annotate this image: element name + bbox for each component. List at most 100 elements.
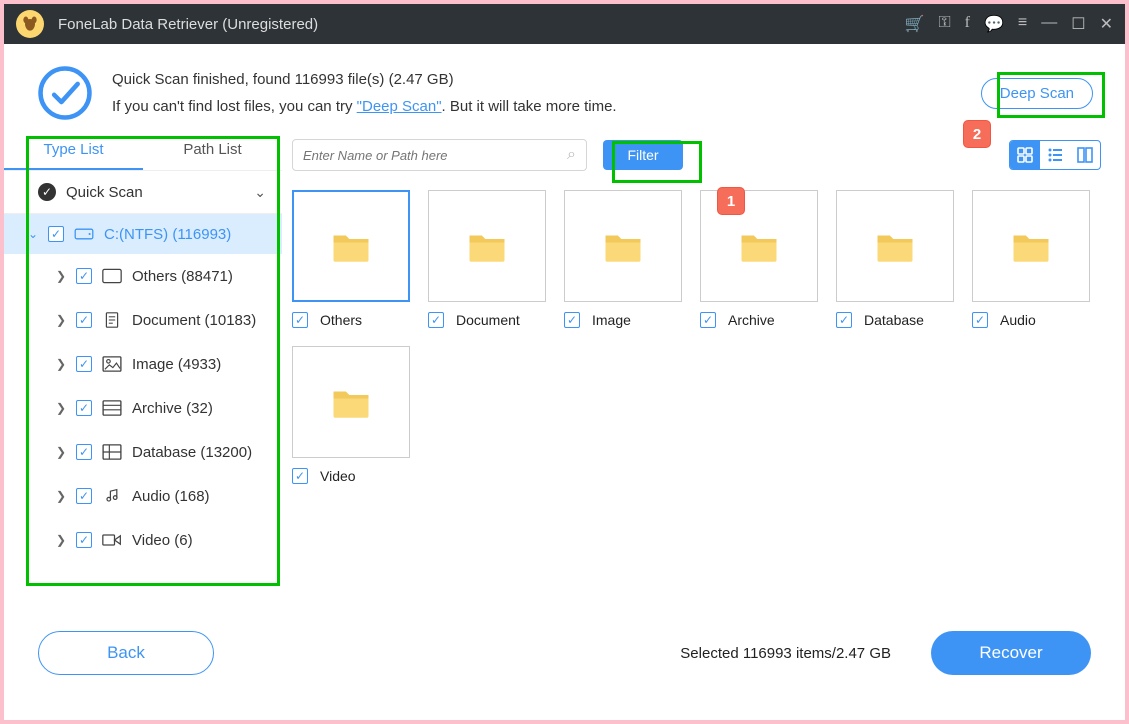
tree-node-label: Video (6) xyxy=(132,532,193,549)
tree-drive[interactable]: ⌄ ✓ C:(NTFS) (116993) xyxy=(4,214,282,254)
checkbox[interactable]: ✓ xyxy=(76,312,92,328)
view-detail-icon[interactable] xyxy=(1070,141,1100,169)
view-switcher xyxy=(1009,140,1101,170)
app-logo xyxy=(16,10,44,38)
success-check-icon xyxy=(36,64,94,122)
back-button[interactable]: Back xyxy=(38,631,214,675)
feedback-icon[interactable]: 💬 xyxy=(984,14,1004,34)
status-size: 2.47 GB xyxy=(394,71,449,88)
filter-button[interactable]: Filter xyxy=(603,140,683,170)
tree-node-image[interactable]: ❯ ✓ Image (4933) xyxy=(4,342,282,386)
status-line2-suffix: . But it will take more time. xyxy=(442,98,617,115)
key-icon[interactable]: ⚿ xyxy=(938,14,950,34)
grid-item[interactable]: ✓Document xyxy=(428,190,546,328)
chevron-down-icon: ⌄ xyxy=(28,227,38,241)
tree-root[interactable]: ✓ Quick Scan ⌄ xyxy=(4,170,282,214)
checkbox[interactable]: ✓ xyxy=(76,532,92,548)
status-line1-suffix: ) xyxy=(449,71,454,88)
grid-item[interactable]: ✓Database xyxy=(836,190,954,328)
annotation-badge-1: 1 xyxy=(717,187,745,215)
grid-item[interactable]: ✓Others xyxy=(292,190,410,328)
tree-node-database[interactable]: ❯ ✓ Database (13200) xyxy=(4,430,282,474)
annotation-badge-2: 2 xyxy=(963,120,991,148)
tree-node-label: Document (10183) xyxy=(132,312,256,329)
view-grid-icon[interactable] xyxy=(1010,141,1040,169)
tree-node-video[interactable]: ❯ ✓ Video (6) xyxy=(4,518,282,562)
cart-icon[interactable]: 🛒 xyxy=(905,14,925,34)
menu-icon[interactable]: ≡ xyxy=(1018,14,1027,34)
folder-generic-icon xyxy=(102,268,122,284)
file-grid: ✓Others✓Document✓Image✓Archive✓Database✓… xyxy=(292,190,1101,484)
maximize-icon[interactable]: ☐ xyxy=(1071,14,1085,34)
grid-item[interactable]: ✓ Image xyxy=(564,190,682,328)
titlebar: FoneLab Data Retriever (Unregistered) 🛒 … xyxy=(4,4,1125,44)
checkbox[interactable]: ✓ xyxy=(76,488,92,504)
grid-item-label: Archive xyxy=(728,312,775,328)
main-panel: ⌕ Filter ✓Others✓Document✓Image✓Archive✓… xyxy=(282,130,1125,618)
video-icon xyxy=(102,532,122,548)
tab-path-list[interactable]: Path List xyxy=(143,130,282,170)
close-icon[interactable]: ✕ xyxy=(1100,14,1113,34)
search-icon[interactable]: ⌕ xyxy=(567,146,576,164)
grid-thumb[interactable] xyxy=(836,190,954,302)
selection-summary: Selected 116993 items/2.47 GB xyxy=(680,645,891,662)
minimize-icon[interactable]: — xyxy=(1041,14,1057,34)
status-text: Quick Scan finished, found 116993 file(s… xyxy=(112,66,981,120)
grid-thumb[interactable] xyxy=(292,190,410,302)
recover-button[interactable]: Recover xyxy=(931,631,1091,675)
grid-thumb[interactable] xyxy=(292,346,410,458)
archive-icon xyxy=(102,400,122,416)
footer: Back Selected 116993 items/2.47 GB Recov… xyxy=(4,618,1125,688)
audio-icon xyxy=(102,488,122,504)
grid-thumb[interactable] xyxy=(564,190,682,302)
grid-item[interactable]: ✓Audio xyxy=(972,190,1090,328)
search-input[interactable] xyxy=(303,148,567,163)
checkbox[interactable]: ✓ xyxy=(836,312,852,328)
grid-item[interactable]: ✓ Video xyxy=(292,346,410,484)
sidebar-tabs: Type List Path List xyxy=(4,130,282,170)
grid-thumb[interactable] xyxy=(428,190,546,302)
checkbox[interactable]: ✓ xyxy=(76,268,92,284)
tree-root-label: Quick Scan xyxy=(66,184,143,201)
checkbox[interactable]: ✓ xyxy=(564,312,580,328)
checkbox[interactable]: ✓ xyxy=(292,312,308,328)
tab-type-list[interactable]: Type List xyxy=(4,130,143,170)
chevron-right-icon: ❯ xyxy=(56,357,66,371)
content-area: Type List Path List ✓ Quick Scan ⌄ ⌄ ✓ C… xyxy=(4,130,1125,618)
checkbox[interactable]: ✓ xyxy=(972,312,988,328)
checkbox[interactable]: ✓ xyxy=(76,400,92,416)
chevron-right-icon: ❯ xyxy=(56,489,66,503)
status-line1-mid: file(s) ( xyxy=(344,71,394,88)
checkbox[interactable]: ✓ xyxy=(48,226,64,242)
checkbox[interactable]: ✓ xyxy=(700,312,716,328)
app-window: FoneLab Data Retriever (Unregistered) 🛒 … xyxy=(0,0,1129,724)
deep-scan-button[interactable]: Deep Scan xyxy=(981,78,1093,109)
document-icon xyxy=(102,312,122,328)
checkbox[interactable]: ✓ xyxy=(428,312,444,328)
search-box[interactable]: ⌕ xyxy=(292,139,587,171)
facebook-icon[interactable]: f xyxy=(965,14,970,34)
checkbox[interactable]: ✓ xyxy=(76,356,92,372)
database-icon xyxy=(102,444,122,460)
grid-item-label: Video xyxy=(320,468,356,484)
checkbox[interactable]: ✓ xyxy=(292,468,308,484)
tree-node-audio[interactable]: ❯ ✓ Audio (168) xyxy=(4,474,282,518)
status-line2-prefix: If you can't find lost files, you can tr… xyxy=(112,98,357,115)
grid-thumb[interactable] xyxy=(972,190,1090,302)
chevron-right-icon: ❯ xyxy=(56,313,66,327)
tree-node-document[interactable]: ❯ ✓ Document (10183) xyxy=(4,298,282,342)
app-title: FoneLab Data Retriever (Unregistered) xyxy=(58,16,905,33)
grid-item-label: Image xyxy=(592,312,631,328)
tree: ✓ Quick Scan ⌄ ⌄ ✓ C:(NTFS) (116993) ❯ ✓… xyxy=(4,170,282,562)
tree-node-label: Database (13200) xyxy=(132,444,252,461)
view-list-icon[interactable] xyxy=(1040,141,1070,169)
deep-scan-link[interactable]: "Deep Scan" xyxy=(357,98,442,115)
chevron-right-icon: ❯ xyxy=(56,401,66,415)
sidebar: Type List Path List ✓ Quick Scan ⌄ ⌄ ✓ C… xyxy=(4,130,282,618)
tree-node-others[interactable]: ❯ ✓ Others (88471) xyxy=(4,254,282,298)
tree-node-archive[interactable]: ❯ ✓ Archive (32) xyxy=(4,386,282,430)
checkbox[interactable]: ✓ xyxy=(76,444,92,460)
drive-icon xyxy=(74,226,94,242)
chevron-down-icon: ⌄ xyxy=(254,184,266,201)
status-row: Quick Scan finished, found 116993 file(s… xyxy=(4,44,1125,130)
